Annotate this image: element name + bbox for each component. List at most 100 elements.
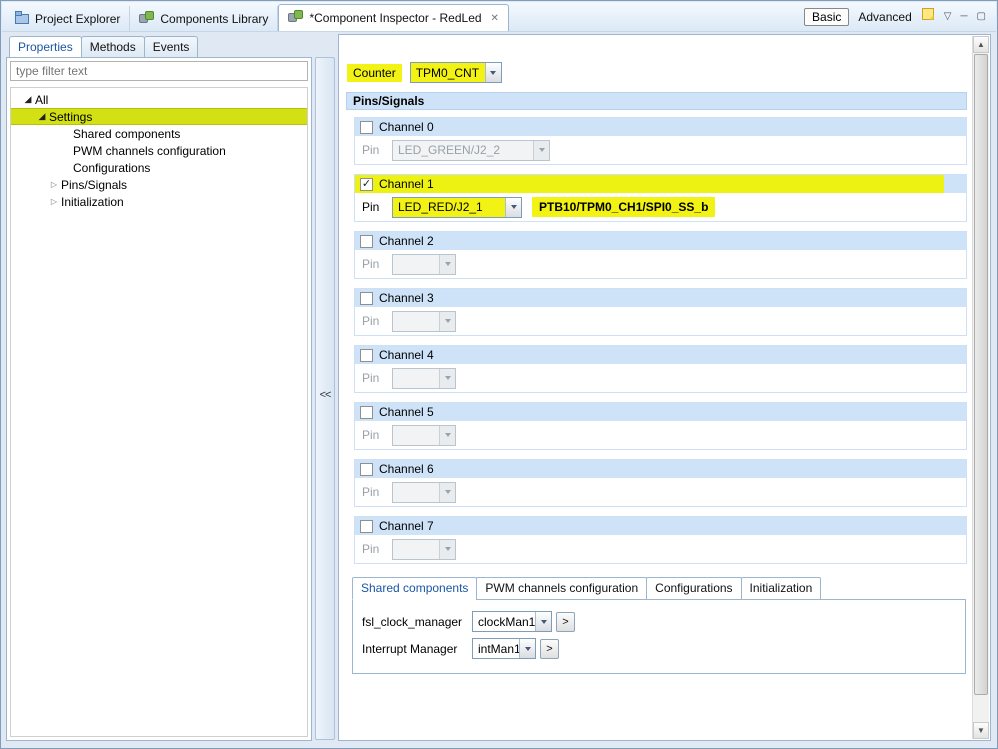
tab-configurations[interactable]: Configurations [646,577,742,600]
tree-item-label: Initialization [61,194,124,209]
channel-0-header: Channel 0 [355,118,966,136]
scrollbar-thumb[interactable] [974,54,988,695]
pin-label: Pin [362,143,380,157]
tree-item-shared-components[interactable]: Shared components [11,125,307,142]
channel-0-checkbox[interactable] [360,120,373,134]
properties-tree: ◢ All ◢ Settings Shared components PWM c… [10,87,308,737]
combo-value [393,368,439,388]
tab-project-explorer[interactable]: Project Explorer [6,6,131,31]
goto-clock-manager-button[interactable]: > [556,611,575,632]
tab-label: Project Explorer [35,11,121,26]
dropdown-arrow-icon [439,254,455,274]
channel-3-pin-select [392,310,456,332]
channel-6-section: Channel 6 Pin [354,459,967,507]
collapsed-arrow-icon[interactable]: ▷ [47,180,61,189]
tree-item-settings[interactable]: ◢ Settings [11,108,307,125]
channel-3-pin-row: Pin [355,307,966,335]
bottom-tabbar: Shared components PWM channels configura… [352,577,967,600]
basic-button[interactable]: Basic [804,7,850,26]
pin-label: Pin [362,428,380,442]
pin-label: Pin [362,314,380,328]
tab-shared-components[interactable]: Shared components [352,577,478,600]
inspector-panel: Counter TPM0_CNT Pins/Signals Channel 0 … [338,34,991,741]
channel-2-pin-row: Pin [355,250,966,278]
field-label: fsl_clock_manager [362,614,463,629]
channel-1-pin-select[interactable]: LED_RED/J2_1 [392,196,522,218]
channel-3-checkbox[interactable] [360,291,373,305]
tree-item-initialization[interactable]: ▷ Initialization [11,193,307,210]
channel-2-checkbox[interactable] [360,234,373,248]
channel-label: Channel 6 [379,462,434,476]
channel-2-header: Channel 2 [355,232,966,250]
highlight-strip [355,175,944,193]
scroll-down-icon[interactable]: ▼ [973,722,989,739]
project-explorer-icon [15,10,30,27]
pin-label: Pin [362,542,380,556]
maximize-icon[interactable]: ▢ [977,11,986,22]
expanded-arrow-icon[interactable]: ◢ [21,94,35,105]
tab-initialization[interactable]: Initialization [740,577,822,600]
tree-item-all[interactable]: ◢ All [11,91,307,108]
dropdown-arrow-icon [439,539,455,559]
fast-view-icon[interactable] [921,7,935,26]
channel-5-checkbox[interactable] [360,405,373,419]
combo-value: LED_GREEN/J2_2 [393,140,533,160]
channel-4-pin-select [392,367,456,389]
view-menu-icon[interactable]: ▽ [944,11,952,22]
pin-label: Pin [362,371,380,385]
tree-item-label: Configurations [73,160,151,175]
counter-label: Counter [347,63,402,82]
channel-6-pin-row: Pin [355,478,966,506]
tree-item-configurations[interactable]: Configurations [11,159,307,176]
close-icon[interactable]: ✕ [491,13,499,24]
channel-label: Channel 5 [379,405,434,419]
channel-label: Channel 0 [379,120,434,134]
dropdown-arrow-icon[interactable] [505,197,521,217]
combo-value [393,311,439,331]
tab-properties[interactable]: Properties [9,36,82,57]
advanced-button[interactable]: Advanced [858,10,911,24]
channel-5-section: Channel 5 Pin [354,402,967,450]
expanded-arrow-icon[interactable]: ◢ [35,111,49,122]
channel-label: Channel 1 [379,177,434,191]
counter-row: Counter TPM0_CNT [347,62,967,83]
channel-1-checkbox[interactable]: ✓ [360,177,373,191]
combo-value: intMan1 [478,641,521,656]
goto-interrupt-manager-button[interactable]: > [540,638,559,659]
filter-input[interactable] [10,61,308,81]
pin-detail: PTB10/TPM0_CH1/SPI0_SS_b [532,197,716,217]
counter-select[interactable]: TPM0_CNT [409,62,502,83]
channel-6-checkbox[interactable] [360,462,373,476]
combo-value [393,425,439,445]
collapse-panel-button[interactable]: << [317,389,333,407]
tree-item-pwm-channels-configuration[interactable]: PWM channels configuration [11,142,307,159]
dropdown-arrow-icon[interactable] [484,63,501,82]
tab-methods[interactable]: Methods [80,36,145,57]
channel-4-checkbox[interactable] [360,348,373,362]
clock-manager-select[interactable]: clockMan1 [472,611,552,632]
interrupt-manager-select[interactable]: intMan1 [472,638,536,659]
combo-value: LED_RED/J2_1 [393,197,505,217]
channel-7-pin-row: Pin [355,535,966,563]
minimize-icon[interactable]: ─ [960,11,967,22]
tree-item-label: Shared components [73,126,181,141]
shared-components-panel: fsl_clock_manager clockMan1 > Interrupt … [352,599,966,674]
tab-component-inspector[interactable]: *Component Inspector - RedLed ✕ [278,4,509,31]
dropdown-arrow-icon [439,311,455,331]
channel-5-header: Channel 5 [355,403,966,421]
view-controls: Basic Advanced ▽ ─ ▢ [804,7,996,26]
dropdown-arrow-icon[interactable] [535,612,551,631]
scroll-up-icon[interactable]: ▲ [973,36,989,53]
channel-5-pin-select [392,424,456,446]
channel-4-pin-row: Pin [355,364,966,392]
vertical-scrollbar[interactable]: ▲ ▼ [972,36,989,739]
channel-7-checkbox[interactable] [360,519,373,533]
editor-tabbar: Project Explorer Components Library *Com… [2,2,996,32]
tab-events[interactable]: Events [143,36,199,57]
tab-pwm-channels-configuration[interactable]: PWM channels configuration [476,577,648,600]
dropdown-arrow-icon[interactable] [519,639,535,658]
tab-components-library[interactable]: Components Library [130,6,279,31]
tree-item-pins-signals[interactable]: ▷ Pins/Signals [11,176,307,193]
collapsed-arrow-icon[interactable]: ▷ [47,197,61,206]
channel-label: Channel 3 [379,291,434,305]
